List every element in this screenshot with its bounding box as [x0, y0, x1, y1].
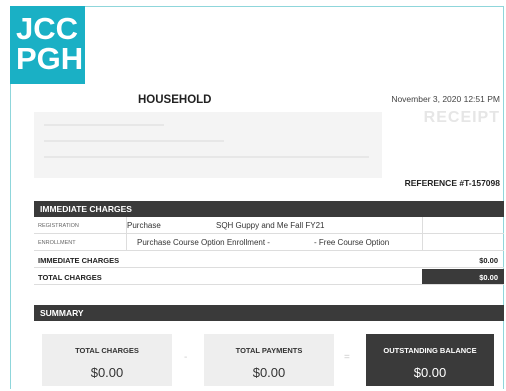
- immediate-charges-header: IMMEDIATE CHARGES: [34, 201, 504, 217]
- row-type: REGISTRATION: [38, 223, 79, 229]
- row-amount-cell: [422, 217, 504, 233]
- minus-sign: -: [184, 352, 188, 363]
- summary-total-charges-box: TOTAL CHARGES $0.00: [42, 334, 172, 386]
- row-type: ENROLLMENT: [38, 240, 76, 246]
- summary-total-payments-value: $0.00: [252, 365, 286, 380]
- household-heading: HOUSEHOLD: [138, 94, 212, 106]
- total-charges-label: TOTAL CHARGES: [38, 273, 102, 282]
- subtotal-value: $0.00: [479, 256, 498, 265]
- summary-total-charges-label: TOTAL CHARGES: [75, 346, 139, 355]
- logo-line-2: PGH: [16, 41, 84, 76]
- summary-outstanding-balance-box: OUTSTANDING BALANCE $0.00: [366, 334, 494, 386]
- reference-number: REFERENCE #T-157098: [404, 178, 500, 188]
- redacted-line: [44, 140, 224, 142]
- equals-sign: =: [344, 352, 350, 363]
- summary-total-charges-value: $0.00: [90, 365, 124, 380]
- receipt-title: RECEIPT: [423, 109, 500, 126]
- household-address-redacted: [34, 112, 382, 178]
- total-charges-row: TOTAL CHARGES $0.00: [34, 269, 504, 285]
- subtotal-label: IMMEDIATE CHARGES: [38, 256, 120, 265]
- row-description: - Free Course Option: [314, 238, 390, 247]
- summary-header: SUMMARY: [34, 305, 504, 321]
- row-description: SQH Guppy and Me Fall FY21: [216, 221, 325, 230]
- summary-title: SUMMARY: [40, 308, 84, 318]
- summary-total-payments-label: TOTAL PAYMENTS: [235, 346, 303, 355]
- row-action: Purchase: [127, 221, 161, 230]
- total-charges-value: $0.00: [479, 273, 498, 282]
- redacted-line: [44, 156, 369, 158]
- row-action: Purchase Course Option Enrollment -: [137, 238, 270, 247]
- summary-total-payments-box: TOTAL PAYMENTS $0.00: [204, 334, 334, 386]
- summary-outstanding-value: $0.00: [413, 365, 447, 380]
- jcc-pgh-logo: JCC PGH: [10, 6, 85, 84]
- table-row: ENROLLMENT Purchase Course Option Enroll…: [34, 234, 504, 251]
- table-row: REGISTRATION Purchase SQH Guppy and Me F…: [34, 217, 504, 234]
- row-amount-cell: [422, 234, 504, 250]
- immediate-charges-subtotal-row: IMMEDIATE CHARGES $0.00: [34, 252, 504, 268]
- receipt-datetime: November 3, 2020 12:51 PM: [391, 94, 500, 104]
- immediate-charges-title: IMMEDIATE CHARGES: [40, 204, 132, 214]
- total-charges-value-cell: $0.00: [422, 269, 504, 284]
- summary-outstanding-label: OUTSTANDING BALANCE: [383, 346, 477, 355]
- logo-line-1: JCC: [16, 11, 79, 46]
- redacted-line: [44, 124, 164, 126]
